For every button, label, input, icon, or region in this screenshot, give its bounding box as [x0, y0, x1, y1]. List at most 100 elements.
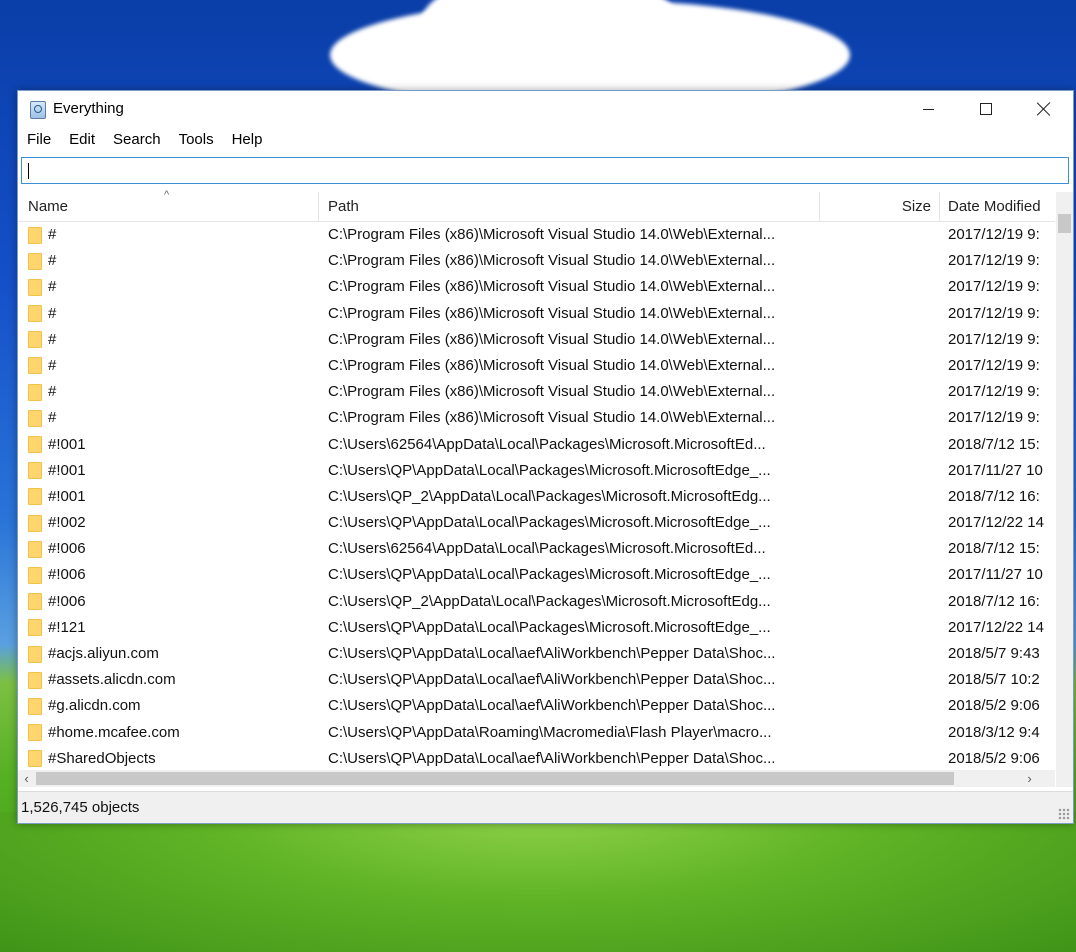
folder-icon [28, 488, 42, 506]
file-date-modified: 2018/5/7 9:43 [948, 645, 1040, 662]
folder-icon [28, 750, 42, 768]
file-path: C:\Users\QP_2\AppData\Local\Packages\Mic… [328, 592, 771, 610]
file-path: C:\Users\QP\AppData\Local\Packages\Micro… [328, 514, 771, 532]
folder-icon [28, 566, 42, 584]
file-row[interactable]: #SharedObjects C:\Users\QP\AppData\Local\… [18, 746, 1055, 770]
scroll-right-icon[interactable]: › [1021, 770, 1038, 787]
file-row[interactable]: #assets.alicdn.com C:\Users\QP\AppData\Lo… [18, 667, 1055, 693]
file-path: C:\Users\QP_2\AppData\Local\Packages\Mic… [328, 487, 771, 505]
file-name-cell: #!121 [28, 615, 318, 641]
file-date-modified: 2017/12/19 9: [948, 278, 1040, 296]
desktop-grass [0, 812, 1076, 952]
window-title: Everything [53, 100, 124, 117]
file-name-cell: #SharedObjects [28, 746, 318, 770]
file-row[interactable]: # C:\Program Files (x86)\Microsoft Visual… [18, 379, 1055, 405]
file-row[interactable]: # C:\Program Files (x86)\Microsoft Visual… [18, 353, 1055, 379]
file-date-modified: 2017/12/19 9: [948, 356, 1040, 374]
file-name: #!121 [48, 618, 86, 636]
file-name-cell: #assets.alicdn.com [28, 667, 318, 693]
file-date-modified: 2018/5/7 10:2 [948, 671, 1040, 689]
column-header-path-label: Path [328, 198, 359, 215]
menu-edit[interactable]: Edit [60, 127, 104, 153]
file-name: # [48, 383, 57, 401]
object-count: 1,526,745 objects [21, 799, 140, 816]
resize-grip-icon[interactable] [1058, 808, 1070, 820]
file-date-modified: 2017/12/19 9: [948, 383, 1040, 401]
maximize-button[interactable] [957, 91, 1015, 127]
folder-icon [28, 357, 42, 375]
column-header-name[interactable]: ^ Name [18, 189, 319, 221]
file-path: C:\Users\QP\AppData\Local\Packages\Micro… [328, 618, 771, 636]
title-bar[interactable]: Everything [18, 91, 1073, 127]
menu-bar: File Edit Search Tools Help [18, 127, 1073, 153]
column-header-path[interactable]: Path [319, 192, 820, 221]
file-path: C:\Program Files (x86)\Microsoft Visual … [328, 356, 776, 374]
file-row[interactable]: #!006 C:\Users\QP\AppData\Local\Packages\… [18, 562, 1055, 588]
file-name: # [48, 409, 57, 427]
file-row[interactable]: #!001 C:\Users\QP_2\AppData\Local\Package… [18, 484, 1055, 510]
file-row[interactable]: #!006 C:\Users\QP_2\AppData\Local\Package… [18, 589, 1055, 615]
folder-icon [28, 697, 42, 715]
file-row[interactable]: # C:\Program Files (x86)\Microsoft Visual… [18, 248, 1055, 274]
file-row[interactable]: # C:\Program Files (x86)\Microsoft Visual… [18, 405, 1055, 431]
file-name-cell: # [28, 379, 318, 405]
file-path: C:\Users\QP\AppData\Local\aef\AliWorkben… [328, 671, 776, 689]
menu-tools[interactable]: Tools [170, 127, 223, 153]
close-button[interactable] [1015, 91, 1073, 127]
file-name: #SharedObjects [48, 749, 156, 767]
file-name-cell: #!001 [28, 484, 318, 510]
file-row[interactable]: #!001 C:\Users\62564\AppData\Local\Packag… [18, 432, 1055, 458]
file-name: #!006 [48, 540, 86, 558]
file-row[interactable]: #g.alicdn.com C:\Users\QP\AppData\Local\a… [18, 693, 1055, 719]
horizontal-scroll-thumb[interactable] [36, 772, 954, 785]
folder-icon [28, 619, 42, 637]
file-path: C:\Program Files (x86)\Microsoft Visual … [328, 252, 776, 270]
file-name: #g.alicdn.com [48, 697, 141, 715]
file-name-cell: #!002 [28, 510, 318, 536]
file-name: # [48, 252, 57, 270]
file-row[interactable]: # C:\Program Files (x86)\Microsoft Visual… [18, 274, 1055, 300]
file-row[interactable]: # C:\Program Files (x86)\Microsoft Visual… [18, 327, 1055, 353]
file-date-modified: 2017/11/27 10 [948, 566, 1043, 584]
scroll-left-icon[interactable]: ‹ [18, 770, 35, 787]
file-name: #!001 [48, 487, 86, 505]
file-row[interactable]: #!002 C:\Users\QP\AppData\Local\Packages\… [18, 510, 1055, 536]
file-row[interactable]: #!121 C:\Users\QP\AppData\Local\Packages\… [18, 615, 1055, 641]
file-row[interactable]: #home.mcafee.com C:\Users\QP\AppData\Roam… [18, 720, 1055, 746]
file-name-cell: #!006 [28, 589, 318, 615]
minimize-button[interactable] [899, 91, 957, 127]
file-row[interactable]: #!006 C:\Users\62564\AppData\Local\Packag… [18, 536, 1055, 562]
file-name: # [48, 226, 57, 243]
vertical-scroll-thumb[interactable] [1058, 214, 1071, 233]
results-list: # C:\Program Files (x86)\Microsoft Visual… [18, 222, 1055, 770]
file-name: #!002 [48, 514, 86, 532]
close-icon [1037, 102, 1051, 116]
file-name-cell: #!006 [28, 562, 318, 588]
file-date-modified: 2018/7/12 16: [948, 592, 1040, 610]
vertical-scrollbar[interactable] [1056, 192, 1073, 770]
column-header-date[interactable]: Date Modified [940, 192, 1055, 221]
file-row[interactable]: # C:\Program Files (x86)\Microsoft Visual… [18, 301, 1055, 327]
file-row[interactable]: #acjs.aliyun.com C:\Users\QP\AppData\Loca… [18, 641, 1055, 667]
column-header-size-label: Size [901, 198, 931, 215]
column-header-size[interactable]: Size [820, 192, 940, 221]
file-name: # [48, 356, 57, 374]
file-row[interactable]: #!001 C:\Users\QP\AppData\Local\Packages\… [18, 458, 1055, 484]
file-date-modified: 2017/12/19 9: [948, 252, 1040, 270]
file-path: C:\Program Files (x86)\Microsoft Visual … [328, 304, 776, 322]
file-name: # [48, 278, 57, 296]
file-date-modified: 2017/12/19 9: [948, 409, 1040, 427]
menu-help[interactable]: Help [223, 127, 272, 153]
file-date-modified: 2017/12/19 9: [948, 330, 1040, 348]
file-row[interactable]: # C:\Program Files (x86)\Microsoft Visual… [18, 222, 1055, 248]
file-path: C:\Users\QP\AppData\Local\Packages\Micro… [328, 461, 771, 479]
horizontal-scrollbar[interactable]: ‹ › [18, 770, 1055, 787]
menu-file[interactable]: File [18, 127, 60, 153]
menu-search[interactable]: Search [104, 127, 170, 153]
search-input[interactable] [21, 157, 1069, 184]
folder-icon [28, 409, 42, 427]
column-header: ^ Name Path Size Date Modified [18, 189, 1055, 222]
folder-icon [28, 383, 42, 401]
folder-icon [28, 540, 42, 558]
file-name-cell: #!006 [28, 536, 318, 562]
